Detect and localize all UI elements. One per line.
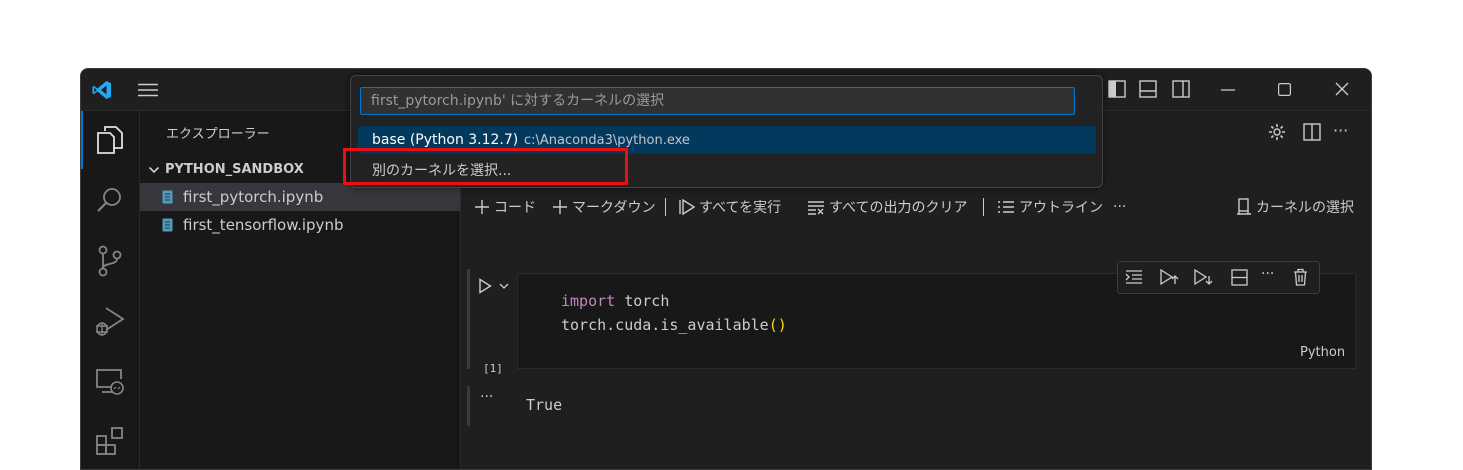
toolbar-more-button[interactable]: ··· bbox=[1113, 196, 1126, 218]
run-all-icon bbox=[679, 199, 695, 215]
toggle-secondary-sidebar-icon[interactable] bbox=[1172, 80, 1190, 98]
notebook-file-icon bbox=[162, 190, 173, 204]
quick-pick-input[interactable] bbox=[360, 87, 1075, 115]
kernel-option-label: base (Python 3.12.7) bbox=[372, 132, 519, 148]
source-control-icon[interactable] bbox=[96, 245, 124, 277]
maximize-icon[interactable] bbox=[1278, 83, 1291, 96]
clear-outputs-icon bbox=[808, 201, 824, 215]
execute-cell-and-below-icon[interactable] bbox=[1193, 268, 1213, 286]
gear-icon[interactable] bbox=[1268, 123, 1286, 141]
more-actions-icon[interactable]: ··· bbox=[1333, 121, 1348, 140]
sidebar-title: エクスプローラー bbox=[166, 127, 270, 142]
execution-count: [1] bbox=[483, 362, 503, 375]
module-token: torch bbox=[615, 292, 670, 310]
outline-label: アウトライン bbox=[1019, 200, 1103, 216]
cell-language-label[interactable]: Python bbox=[1300, 345, 1345, 360]
file-name: first_tensorflow.ipynb bbox=[183, 216, 344, 234]
cell-more-icon[interactable]: ··· bbox=[1261, 266, 1274, 282]
split-cell-icon[interactable] bbox=[1231, 269, 1248, 286]
cell-toolbar: ··· bbox=[1117, 261, 1320, 294]
folder-name: PYTHON_SANDBOX bbox=[165, 162, 304, 177]
output-menu-icon[interactable]: ··· bbox=[480, 389, 493, 405]
explorer-icon[interactable] bbox=[96, 125, 124, 155]
activity-bar bbox=[81, 111, 140, 469]
toolbar-divider bbox=[665, 198, 666, 216]
run-all-button[interactable]: すべてを実行 bbox=[679, 196, 781, 218]
add-code-cell-button[interactable]: コード bbox=[474, 196, 536, 218]
extensions-icon[interactable] bbox=[95, 426, 125, 456]
add-markdown-cell-button[interactable]: マークダウン bbox=[552, 196, 655, 218]
toggle-primary-sidebar-icon[interactable] bbox=[1108, 80, 1126, 98]
file-name: first_pytorch.ipynb bbox=[183, 188, 324, 206]
execute-above-icon[interactable] bbox=[1125, 269, 1143, 285]
file-item-first-tensorflow[interactable]: first_tensorflow.ipynb bbox=[140, 211, 460, 239]
run-cell-icon[interactable] bbox=[478, 278, 492, 294]
kernel-option-detail: c:\Anaconda3\python.exe bbox=[524, 133, 690, 148]
vscode-logo-icon bbox=[92, 81, 111, 99]
chevron-down-icon bbox=[148, 166, 160, 174]
highlight-box bbox=[343, 148, 628, 185]
cell-focus-bar bbox=[467, 269, 470, 369]
active-indicator bbox=[81, 111, 83, 169]
select-kernel-label: カーネルの選択 bbox=[1256, 200, 1354, 216]
toolbar-divider bbox=[983, 198, 984, 216]
run-all-label: すべてを実行 bbox=[699, 200, 782, 216]
select-kernel-button[interactable]: カーネルの選択 bbox=[1236, 196, 1354, 218]
kernel-icon bbox=[1237, 198, 1251, 215]
paren-token: () bbox=[768, 316, 787, 334]
output-focus-bar bbox=[467, 386, 470, 426]
outline-button[interactable]: アウトライン bbox=[997, 196, 1103, 218]
remote-explorer-icon[interactable] bbox=[95, 367, 125, 397]
trash-icon[interactable] bbox=[1293, 268, 1308, 286]
minimize-icon[interactable] bbox=[1221, 89, 1235, 91]
search-icon[interactable] bbox=[96, 186, 124, 214]
execute-cell-and-above-icon[interactable] bbox=[1159, 268, 1179, 286]
notebook-file-icon bbox=[162, 218, 173, 232]
outline-list-icon bbox=[998, 201, 1014, 213]
toolbar-more-label: ··· bbox=[1113, 199, 1127, 215]
call-token: torch.cuda.is_available bbox=[561, 316, 769, 334]
cell-output-text: True bbox=[526, 396, 563, 414]
split-editor-icon[interactable] bbox=[1303, 123, 1321, 141]
menu-icon[interactable] bbox=[137, 83, 159, 97]
run-options-chevron-icon[interactable] bbox=[499, 282, 509, 290]
add-code-label: コード bbox=[494, 200, 536, 216]
code-line-2: torch.cuda.is_available() bbox=[561, 313, 787, 337]
notebook-toolbar: コード マークダウン すべてを実行 すべての出力のクリア アウトライン ··· bbox=[461, 186, 1371, 222]
toggle-panel-icon[interactable] bbox=[1139, 80, 1157, 98]
clear-all-outputs-button[interactable]: すべての出力のクリア bbox=[807, 196, 967, 218]
plus-icon bbox=[475, 200, 489, 214]
add-markdown-label: マークダウン bbox=[572, 200, 656, 216]
keyword-token: import bbox=[561, 292, 616, 310]
close-icon[interactable] bbox=[1335, 82, 1349, 96]
run-debug-icon[interactable] bbox=[94, 305, 126, 337]
code-line-1: import torch bbox=[561, 289, 669, 313]
clear-outputs-label: すべての出力のクリア bbox=[829, 200, 968, 216]
plus-icon bbox=[553, 200, 567, 214]
